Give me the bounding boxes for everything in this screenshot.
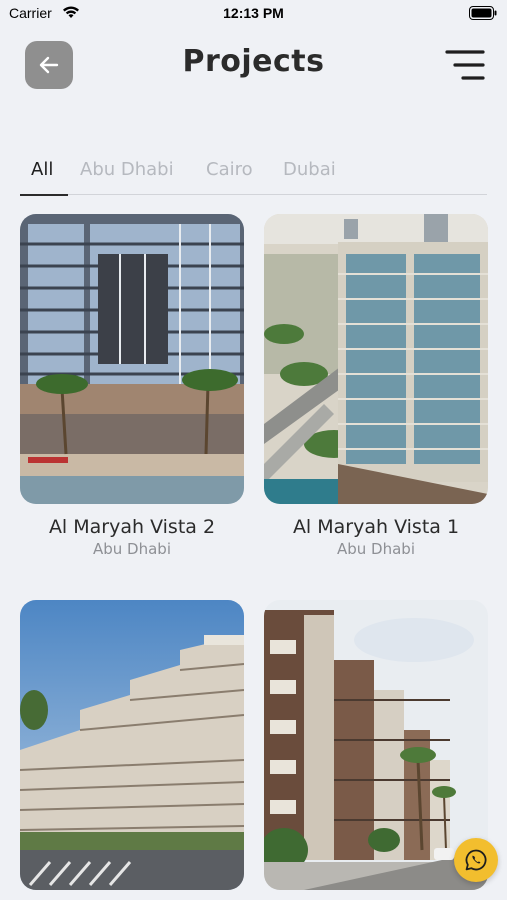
- clock: 12:13 PM: [223, 5, 284, 21]
- project-card-1[interactable]: Al Maryah Vista 2 Abu Dhabi: [20, 214, 244, 558]
- battery-icon: [469, 6, 497, 20]
- project-image: [20, 214, 244, 504]
- tab-cairo[interactable]: Cairo: [206, 159, 253, 180]
- page-title: Projects: [182, 44, 325, 79]
- whatsapp-icon: [465, 849, 487, 871]
- project-city: Abu Dhabi: [93, 540, 171, 558]
- project-name: Al Maryah Vista 2: [48, 516, 216, 538]
- project-image: [20, 600, 244, 890]
- project-image: [264, 214, 488, 504]
- whatsapp-button[interactable]: [454, 838, 498, 882]
- project-name: Al Maryah Vista 1: [292, 516, 460, 538]
- status-bar: Carrier 12:13 PM: [0, 0, 507, 30]
- tab-abu-dhabi[interactable]: Abu Dhabi: [80, 159, 174, 180]
- active-tab-indicator: [20, 193, 68, 196]
- tab-dubai[interactable]: Dubai: [283, 159, 336, 180]
- tab-all[interactable]: All: [31, 159, 53, 180]
- project-card-2[interactable]: Al Maryah Vista 1 Abu Dhabi: [264, 214, 488, 558]
- project-city: Abu Dhabi: [337, 540, 415, 558]
- project-image: [264, 600, 488, 890]
- project-card-3[interactable]: [20, 600, 244, 900]
- city-tabs: All Abu Dhabi Cairo Dubai: [20, 155, 487, 196]
- hamburger-menu-icon[interactable]: [444, 48, 486, 82]
